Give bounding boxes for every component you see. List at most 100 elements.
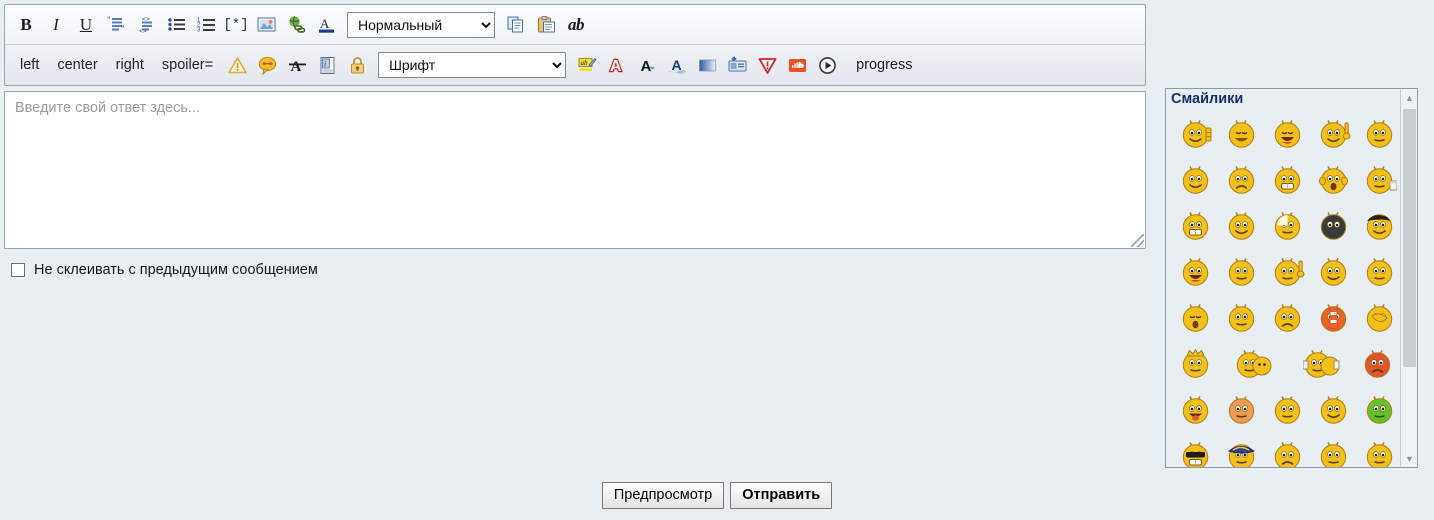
smiley-big-teeth[interactable] <box>1174 203 1220 249</box>
scroll-up-arrow[interactable]: ▲ <box>1401 89 1417 106</box>
smiley-tired[interactable] <box>1266 433 1312 467</box>
spoiler-button[interactable]: spoiler= <box>153 50 222 80</box>
media-button[interactable] <box>722 50 752 80</box>
smiley-glad[interactable] <box>1220 203 1266 249</box>
soundcloud-icon <box>782 50 812 80</box>
align-right-button[interactable]: right <box>107 50 153 80</box>
smiley-angry[interactable] <box>1266 295 1312 341</box>
smiley-sly[interactable] <box>1312 387 1358 433</box>
shadow-letter-button[interactable]: A <box>662 50 692 80</box>
smiley-quiet[interactable] <box>1220 295 1266 341</box>
underline-button-glyph: U <box>79 14 93 34</box>
bullet-list-icon <box>161 10 191 40</box>
smiley-point-up[interactable] <box>1312 111 1358 157</box>
smiley-laugh[interactable] <box>1266 111 1312 157</box>
svg-text:i: i <box>324 59 326 68</box>
smiley-grin-teeth[interactable] <box>1266 157 1312 203</box>
soundcloud-button[interactable] <box>782 50 812 80</box>
italic-button-glyph: I <box>53 14 59 34</box>
align-left-button[interactable]: left <box>11 50 48 80</box>
text-size-select[interactable]: НормальныйМаленькийБольшойОгромный <box>347 11 495 38</box>
italic-button[interactable]: I <box>41 10 71 40</box>
svg-text:3: 3 <box>197 28 201 34</box>
play-button[interactable] <box>812 50 842 80</box>
font-color-button[interactable]: A <box>311 10 341 40</box>
list-item-button[interactable]: [*] <box>221 10 251 40</box>
smiley-peek[interactable] <box>1312 433 1358 467</box>
scroll-down-arrow[interactable]: ▼ <box>1401 450 1417 467</box>
underline-button[interactable]: U <box>71 10 101 40</box>
lock-icon <box>342 50 372 80</box>
transliterate-button[interactable]: ab <box>561 10 591 40</box>
warning-triangle-icon <box>222 50 252 80</box>
paste-button[interactable] <box>531 10 561 40</box>
smiley-king[interactable] <box>1174 341 1220 387</box>
copy-button[interactable] <box>501 10 531 40</box>
copy-icon <box>501 10 531 40</box>
lock-button[interactable] <box>342 50 372 80</box>
smiley-thumbs-up[interactable] <box>1174 111 1220 157</box>
info-button[interactable]: i <box>312 50 342 80</box>
smiley-content[interactable] <box>1312 249 1358 295</box>
smiley-neutral[interactable] <box>1220 249 1266 295</box>
preview-button[interactable]: Предпросмотр <box>601 482 725 509</box>
scroll-thumb[interactable] <box>1403 109 1416 367</box>
smiley-green-sick[interactable] <box>1358 387 1399 433</box>
smileys-scrollbar[interactable]: ▲ ▼ <box>1400 89 1417 467</box>
answer-textarea[interactable] <box>4 91 1146 249</box>
smiley-hair[interactable] <box>1358 203 1399 249</box>
svg-text:A: A <box>671 57 681 73</box>
svg-text:A: A <box>290 59 301 75</box>
media-card-icon <box>722 50 752 80</box>
svg-text:ab: ab <box>580 59 588 67</box>
insert-image-button[interactable] <box>251 10 281 40</box>
smileys-panel: Смайлики ▲ ▼ <box>1165 88 1418 468</box>
smiley-pirate[interactable] <box>1220 433 1266 467</box>
smiley-smile[interactable] <box>1174 157 1220 203</box>
anchor-button[interactable]: A <box>282 50 312 80</box>
smiley-red-angry[interactable] <box>1356 341 1399 387</box>
smiley-plain[interactable] <box>1358 111 1399 157</box>
bullet-list-button[interactable] <box>161 10 191 40</box>
red-letter-button[interactable]: A <box>602 50 632 80</box>
smiley-facepalm[interactable] <box>1358 295 1399 341</box>
quote-button[interactable]: " " <box>101 10 131 40</box>
insert-link-button[interactable] <box>281 10 311 40</box>
bbcode-toolbar: BIU " "<> <> 1 2 3 [*] A НормальныйМалень… <box>4 4 1146 86</box>
smiley-wave[interactable] <box>1358 433 1399 467</box>
smiley-tongue[interactable] <box>1174 387 1220 433</box>
smiley-cool[interactable] <box>1174 433 1220 467</box>
smiley-gossip[interactable] <box>1220 341 1288 387</box>
smiley-drink[interactable] <box>1358 157 1399 203</box>
info-document-icon: i <box>312 50 342 80</box>
smiley-thinking[interactable] <box>1266 203 1312 249</box>
smiley-sad[interactable] <box>1220 157 1266 203</box>
smiley-surprised[interactable] <box>1312 157 1358 203</box>
smiley-happy[interactable] <box>1220 111 1266 157</box>
smiley-yawn[interactable] <box>1174 295 1220 341</box>
speech-button[interactable] <box>252 50 282 80</box>
smiley-annoyed[interactable] <box>1358 249 1399 295</box>
quote-icon: " " <box>101 10 131 40</box>
numbered-list-button[interactable]: 1 2 3 <box>191 10 221 40</box>
align-center-button[interactable]: center <box>48 50 106 80</box>
bold-letter-button[interactable]: A <box>632 50 662 80</box>
smiley-whisper[interactable] <box>1266 249 1312 295</box>
gradient-button[interactable] <box>692 50 722 80</box>
smileys-scroll-area <box>1166 89 1399 467</box>
font-family-select[interactable]: ШрифтArialCourierTimesVerdana <box>378 52 567 78</box>
code-button[interactable]: <> <> <box>131 10 161 40</box>
smiley-cheers[interactable] <box>1288 341 1356 387</box>
smiley-blush[interactable] <box>1220 387 1266 433</box>
smiley-ladder[interactable] <box>1312 295 1358 341</box>
link-icon <box>281 10 311 40</box>
alert-button[interactable] <box>752 50 782 80</box>
no-merge-checkbox[interactable] <box>11 263 25 277</box>
smiley-bored[interactable] <box>1266 387 1312 433</box>
spellcheck-button[interactable]: ab <box>572 50 602 80</box>
warning-button[interactable] <box>222 50 252 80</box>
bold-button[interactable]: B <box>11 10 41 40</box>
smiley-crazy[interactable] <box>1174 249 1220 295</box>
submit-button[interactable]: Отправить <box>730 482 833 509</box>
smiley-ninja[interactable] <box>1312 203 1358 249</box>
